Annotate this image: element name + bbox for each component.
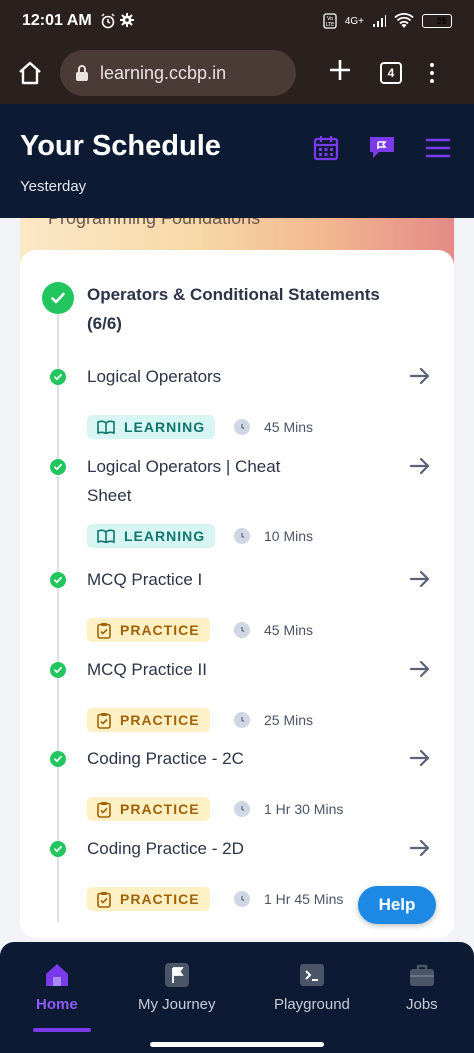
clock-icon — [234, 891, 250, 907]
nav-my-journey[interactable]: My Journey — [138, 962, 216, 1013]
module-title: Operators & Conditional Statements (6/6) — [87, 285, 380, 333]
clipboard-check-icon — [97, 622, 111, 639]
practice-tag: PRACTICE — [87, 887, 210, 911]
chat-flag-icon[interactable] — [368, 134, 396, 162]
network-type: 4G+ — [344, 15, 364, 27]
learning-tag: LEARNING — [87, 524, 216, 548]
practice-tag: PRACTICE — [87, 708, 210, 732]
clock-icon — [234, 528, 250, 544]
page-title: Your Schedule — [20, 130, 221, 162]
item-duration: 10 Mins — [264, 528, 314, 544]
arrow-right-icon[interactable] — [408, 567, 432, 591]
item-duration: 25 Mins — [264, 712, 314, 728]
svg-text:LTE: LTE — [326, 22, 334, 28]
item-duration: 1 Hr 45 Mins — [264, 891, 344, 907]
book-icon — [97, 529, 115, 543]
module-complete-check-icon — [42, 282, 74, 314]
volte-icon: VoLTE — [323, 13, 337, 29]
arrow-right-icon[interactable] — [408, 836, 432, 860]
clock-icon — [234, 622, 250, 638]
battery-icon: 35 — [422, 14, 452, 28]
clock-icon — [234, 801, 250, 817]
nav-home[interactable]: Home — [36, 962, 78, 1013]
clock-icon — [234, 712, 250, 728]
learning-tag: LEARNING — [87, 415, 216, 439]
browser-toolbar: learning.ccbp.in 4 — [0, 42, 474, 104]
terminal-icon — [299, 964, 324, 986]
lock-icon — [76, 65, 88, 81]
item-complete-check-icon — [50, 369, 66, 385]
home-outline-icon — [19, 61, 41, 85]
arrow-right-icon[interactable] — [408, 657, 432, 681]
arrow-right-icon[interactable] — [408, 454, 432, 478]
arrow-right-icon[interactable] — [408, 364, 432, 388]
timeline-line — [57, 312, 59, 922]
active-tab-indicator — [33, 1028, 91, 1032]
status-bar: 12:01 AM Vo LTE 4G+ 35 — [0, 0, 474, 42]
previous-course-title: Programming Foundations — [48, 218, 261, 228]
arrow-right-icon[interactable] — [408, 746, 432, 770]
module-card: Operators & Conditional Statements (6/6)… — [20, 250, 454, 938]
app-header: Your Schedule Yesterday — [0, 104, 474, 218]
url-text: learning.ccbp.in — [100, 62, 227, 83]
flag-icon — [164, 963, 189, 987]
item-title[interactable]: Logical Operators — [87, 362, 327, 391]
alarm-icon — [101, 13, 115, 29]
item-duration: 1 Hr 30 Mins — [264, 801, 344, 817]
item-title[interactable]: MCQ Practice II — [87, 655, 327, 684]
book-icon — [97, 420, 115, 434]
clipboard-check-icon — [97, 891, 111, 908]
help-button[interactable]: Help — [358, 886, 436, 924]
wifi-icon — [394, 13, 414, 28]
briefcase-icon — [409, 964, 434, 986]
gesture-bar — [150, 1042, 324, 1047]
plus-icon — [330, 60, 350, 80]
clipboard-check-icon — [97, 801, 111, 818]
item-title[interactable]: Coding Practice - 2C — [87, 744, 327, 773]
practice-tag: PRACTICE — [87, 618, 210, 642]
clipboard-check-icon — [97, 712, 111, 729]
nav-jobs[interactable]: Jobs — [406, 962, 438, 1013]
calendar-icon[interactable] — [312, 134, 340, 162]
more-options-button[interactable] — [430, 63, 434, 83]
browser-home-button[interactable] — [14, 57, 46, 89]
home-icon — [45, 964, 68, 986]
page-subtitle: Yesterday — [20, 178, 87, 195]
new-tab-button[interactable] — [326, 56, 354, 90]
address-bar[interactable]: learning.ccbp.in — [60, 50, 296, 96]
nav-playground[interactable]: Playground — [274, 962, 350, 1013]
status-time: 12:01 AM — [22, 12, 92, 29]
signal-icon — [373, 15, 386, 27]
hamburger-menu-icon[interactable] — [424, 134, 452, 162]
item-complete-check-icon — [50, 841, 66, 857]
item-duration: 45 Mins — [264, 622, 314, 638]
settings-icon — [119, 13, 134, 27]
item-title[interactable]: MCQ Practice I — [87, 565, 327, 594]
bottom-navigation: Home My Journey Playground Jobs — [0, 942, 474, 1053]
item-complete-check-icon — [50, 662, 66, 678]
item-complete-check-icon — [50, 459, 66, 475]
item-complete-check-icon — [50, 572, 66, 588]
item-complete-check-icon — [50, 751, 66, 767]
item-title[interactable]: Logical Operators | Cheat Sheet — [87, 452, 327, 510]
practice-tag: PRACTICE — [87, 797, 210, 821]
item-duration: 45 Mins — [264, 419, 314, 435]
tab-switcher-button[interactable]: 4 — [380, 62, 402, 84]
item-title[interactable]: Coding Practice - 2D — [87, 834, 327, 863]
clock-icon — [234, 419, 250, 435]
